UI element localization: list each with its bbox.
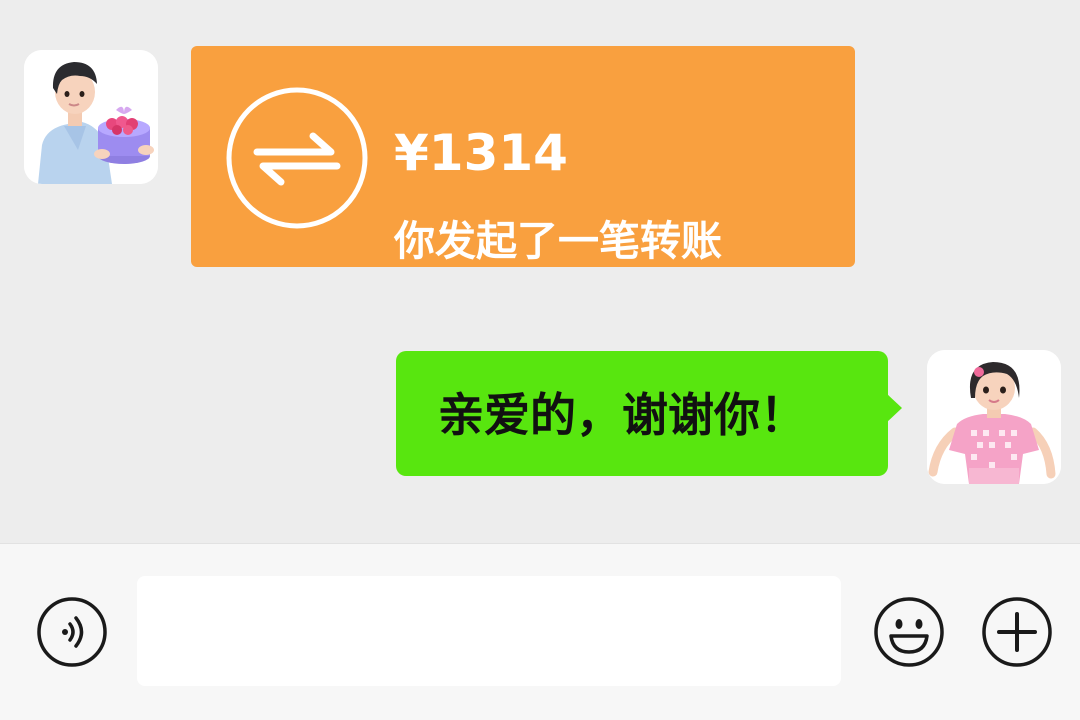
transfer-amount: ¥1314 [394, 124, 568, 182]
message-bubble-tail [886, 393, 902, 423]
voice-icon[interactable] [36, 596, 108, 668]
transfer-description: 你发起了一笔转账 [394, 217, 722, 265]
boy-with-gift-avatar [24, 50, 158, 184]
message-bubble[interactable]: 亲爱的，谢谢你！ [396, 351, 888, 476]
message-text: 亲爱的，谢谢你！ [438, 388, 806, 442]
chat-area: ¥1314 你发起了一笔转账 亲爱的，谢谢你！ [0, 0, 1080, 543]
plus-icon[interactable] [981, 596, 1053, 668]
self-avatar[interactable] [927, 350, 1061, 484]
transfer-card[interactable]: ¥1314 你发起了一笔转账 [191, 46, 855, 267]
contact-avatar[interactable] [24, 50, 158, 184]
emoji-icon[interactable] [873, 596, 945, 668]
input-bar [0, 543, 1080, 720]
transfer-arrows-icon [226, 87, 368, 229]
girl-in-pink-avatar [927, 350, 1061, 484]
message-input[interactable] [137, 576, 841, 686]
